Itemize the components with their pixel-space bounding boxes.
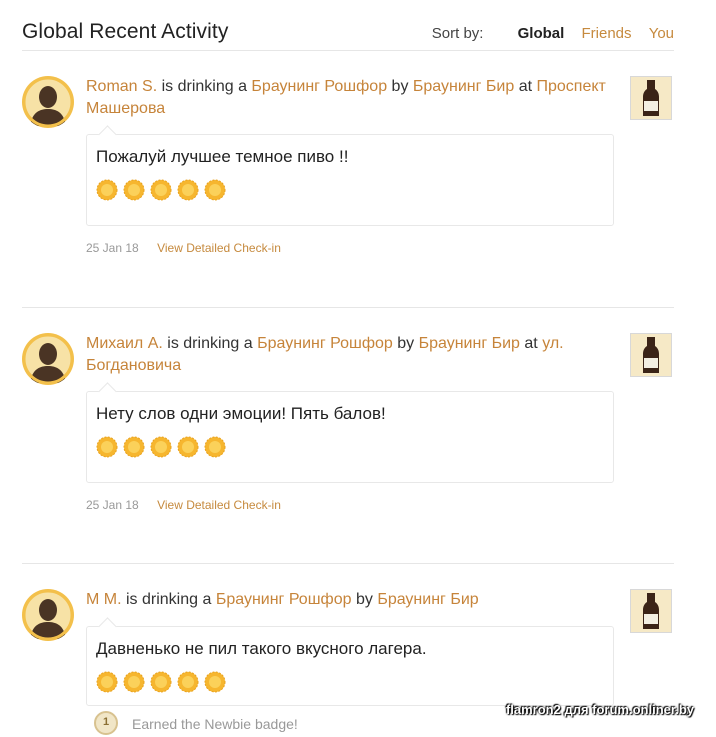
rating-cap-icon	[204, 179, 226, 201]
rating-cap-icon	[177, 436, 199, 458]
sort-label: Sort by:	[431, 25, 484, 42]
user-link[interactable]: Михаил А.	[86, 335, 163, 352]
view-checkin-link[interactable]: View Detailed Check-in	[157, 498, 281, 512]
checkin-meta: 25 Jan 18 View Detailed Check-in	[86, 498, 281, 512]
checkin-comment: Пожалуй лучшее темное пиво !!	[96, 147, 349, 166]
by-text: by	[391, 78, 409, 95]
divider	[22, 563, 674, 564]
checkin-date: 25 Jan 18	[86, 498, 139, 512]
sort-option-you[interactable]: You	[649, 25, 674, 42]
checkin-comment: Нету слов одни эмоции! Пять балов!	[96, 404, 386, 423]
rating-caps	[96, 436, 231, 458]
watermark: flamron2 для forum.onliner.by	[505, 702, 694, 717]
sort-controls: Sort by: Global Friends You	[432, 25, 674, 42]
rating-cap-icon	[123, 436, 145, 458]
page-title: Global Recent Activity	[22, 20, 229, 43]
view-checkin-link[interactable]: View Detailed Check-in	[157, 241, 281, 255]
rating-caps	[96, 671, 231, 693]
sort-option-global[interactable]: Global	[518, 25, 565, 42]
rating-cap-icon	[150, 436, 172, 458]
rating-cap-icon	[123, 671, 145, 693]
checkin-comment: Давненько не пил такого вкусного лагера.	[96, 639, 427, 658]
rating-cap-icon	[177, 671, 199, 693]
checkin-text: Михаил А. is drinking a Браунинг Рошфор …	[86, 333, 616, 377]
beer-link[interactable]: Браунинг Рошфор	[251, 78, 387, 95]
rating-cap-icon	[123, 179, 145, 201]
rating-cap-icon	[96, 179, 118, 201]
checkin-date: 25 Jan 18	[86, 241, 139, 255]
at-text: at	[518, 78, 533, 95]
beer-bottle-icon[interactable]	[630, 76, 672, 120]
badge-level: 1	[102, 716, 110, 728]
checkin-text: M M. is drinking a Браунинг Рошфор by Бр…	[86, 589, 616, 611]
checkin-item: Roman S. is drinking a Браунинг Рошфор b…	[22, 76, 674, 276]
comment-box: Нету слов одни эмоции! Пять балов!	[86, 382, 614, 483]
checkin-meta: 25 Jan 18 View Detailed Check-in	[86, 241, 281, 255]
by-text: by	[397, 335, 415, 352]
rating-cap-icon	[150, 179, 172, 201]
user-avatar[interactable]	[22, 589, 74, 641]
brewery-link[interactable]: Браунинг Бир	[419, 335, 520, 352]
brewery-link[interactable]: Браунинг Бир	[413, 78, 514, 95]
user-avatar[interactable]	[22, 333, 74, 385]
comment-arrow	[98, 125, 117, 144]
rating-cap-icon	[204, 436, 226, 458]
checkin-item: Михаил А. is drinking a Браунинг Рошфор …	[22, 333, 674, 533]
newbie-badge-icon[interactable]: 1	[94, 711, 118, 735]
is-drinking-text: is drinking a	[161, 78, 247, 95]
user-avatar[interactable]	[22, 76, 74, 128]
activity-header: Global Recent Activity Sort by: Global F…	[22, 18, 674, 51]
beer-bottle-icon[interactable]	[630, 589, 672, 633]
beer-link[interactable]: Браунинг Рошфор	[257, 335, 393, 352]
brewery-link[interactable]: Браунинг Бир	[377, 591, 478, 608]
checkin-text: Roman S. is drinking a Браунинг Рошфор b…	[86, 76, 616, 120]
user-link[interactable]: Roman S.	[86, 78, 157, 95]
sort-option-friends[interactable]: Friends	[581, 25, 631, 42]
badge-text: Earned the Newbie badge!	[132, 716, 298, 732]
comment-box: Давненько не пил такого вкусного лагера.	[86, 617, 614, 706]
comment-box: Пожалуй лучшее темное пиво !!	[86, 125, 614, 226]
rating-caps	[96, 179, 231, 201]
rating-cap-icon	[204, 671, 226, 693]
user-link[interactable]: M M.	[86, 591, 122, 608]
beer-bottle-icon[interactable]	[630, 333, 672, 377]
rating-cap-icon	[150, 671, 172, 693]
beer-link[interactable]: Браунинг Рошфор	[216, 591, 352, 608]
divider	[22, 307, 674, 308]
rating-cap-icon	[96, 671, 118, 693]
is-drinking-text: is drinking a	[167, 335, 253, 352]
rating-cap-icon	[177, 179, 199, 201]
is-drinking-text: is drinking a	[126, 591, 212, 608]
by-text: by	[355, 591, 373, 608]
at-text: at	[524, 335, 538, 352]
comment-arrow	[98, 382, 117, 401]
rating-cap-icon	[96, 436, 118, 458]
comment-arrow	[98, 617, 117, 636]
